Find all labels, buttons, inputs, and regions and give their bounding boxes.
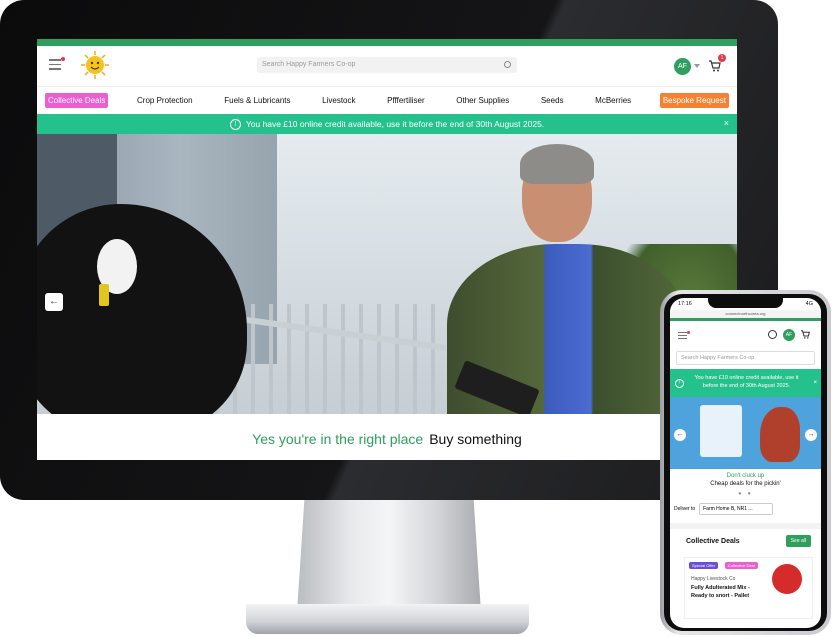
info-icon: !: [229, 118, 241, 130]
promo-card-image: [700, 405, 742, 457]
menu-icon[interactable]: [49, 57, 65, 73]
nav-item-bespoke-request[interactable]: Bespoke Request: [659, 93, 729, 108]
menu-icon[interactable]: [678, 331, 690, 341]
search-icon[interactable]: [504, 61, 511, 68]
hen-image: [760, 407, 800, 462]
status-time: 17:16: [678, 301, 692, 307]
product-card[interactable]: Special Offer Collective Deal Happy Live…: [684, 557, 813, 619]
phone-screen: 17:16 4G connectnorthcorea.org AF Search…: [670, 298, 821, 628]
banner-subtagline: Cheap deals for the pickin': [710, 481, 781, 487]
collective-deal-badge: Collective Deal: [725, 562, 758, 569]
deliver-label: Deliver to: [674, 506, 696, 512]
chevron-down-icon[interactable]: [694, 64, 700, 68]
top-stripe: [37, 39, 737, 46]
avatar[interactable]: AF: [674, 58, 691, 75]
search-input[interactable]: Search Happy Farmers Co-op: [257, 57, 517, 73]
special-offer-badge: Special Offer: [689, 562, 719, 569]
banner-tagline: Don't cluck up: [726, 473, 765, 479]
site-header: Search Happy Farmers Co-op AF 1: [37, 46, 737, 86]
deliver-select[interactable]: Farm Home B, NR1 ...: [699, 503, 774, 515]
product-image: [772, 564, 802, 594]
product-seller: Happy Livestock Co: [691, 576, 736, 582]
prev-arrow-icon[interactable]: ←: [674, 429, 686, 441]
monitor-base: [246, 604, 529, 634]
search-input[interactable]: Search Happy Farmers Co-op: [676, 351, 815, 365]
close-icon[interactable]: ×: [813, 379, 817, 387]
desktop-screen: Search Happy Farmers Co-op AF 1 Collecti…: [37, 39, 737, 460]
nav-item-seeds[interactable]: Seeds: [538, 93, 567, 108]
collective-deals-header: Collective Deals See all: [670, 529, 821, 547]
next-arrow-icon[interactable]: →: [805, 429, 817, 441]
nav-item-crop-protection[interactable]: Crop Protection: [134, 93, 196, 108]
info-icon: !: [675, 379, 684, 388]
sun-logo-icon[interactable]: [81, 51, 109, 79]
nav-item-fuels-lubricants[interactable]: Fuels & Lubricants: [221, 93, 293, 108]
hero-prev-arrow-icon[interactable]: ←: [45, 293, 63, 311]
status-bar: 17:16 4G: [670, 298, 821, 310]
product-name: Fully Adulterated Mix - Ready to snort -…: [691, 585, 750, 599]
hero-image: ←: [37, 134, 737, 414]
carousel-dots[interactable]: ● ●: [670, 491, 821, 497]
deliver-to-row: Deliver to Farm Home B, NR1 ...: [674, 503, 821, 515]
nav-item-mcberries[interactable]: McBerries: [592, 93, 634, 108]
close-icon[interactable]: ×: [724, 118, 729, 128]
phone-device: 17:16 4G connectnorthcorea.org AF Search…: [660, 290, 831, 635]
phone-header: AF: [670, 321, 821, 349]
cart-icon[interactable]: [801, 330, 810, 339]
search-icon[interactable]: [768, 330, 777, 339]
status-signal: 4G: [805, 301, 813, 307]
tagline-dark: Buy something: [429, 431, 522, 447]
nav-item-other-supplies[interactable]: Other Supplies: [453, 93, 512, 108]
ear-tag: [99, 284, 109, 306]
collective-deals-title: Collective Deals: [686, 537, 740, 545]
nav-item-collective-deals[interactable]: Collective Deals: [45, 93, 109, 108]
cart-icon[interactable]: [709, 60, 721, 72]
credit-banner-text: You have £10 online credit available, us…: [694, 375, 799, 389]
avatar[interactable]: AF: [783, 329, 795, 341]
nav-item-fertiliser[interactable]: Pfffertiliser: [384, 93, 428, 108]
tagline-green: Yes you're in the right place: [252, 431, 424, 447]
farmer-hair: [520, 144, 594, 184]
credit-banner-text: You have £10 online credit available, us…: [245, 119, 545, 129]
monitor-stand: [297, 500, 481, 612]
category-nav: Collective Deals Crop Protection Fuels &…: [37, 86, 737, 114]
cart-count-badge: 1: [718, 54, 726, 62]
tagline: Yes you're in the right place Buy someth…: [37, 414, 737, 460]
promo-banner[interactable]: ← →: [670, 397, 821, 469]
url-bar[interactable]: connectnorthcorea.org: [670, 310, 821, 318]
nav-item-livestock[interactable]: Livestock: [319, 93, 358, 108]
credit-banner: ! You have £10 online credit available, …: [670, 369, 821, 397]
search-placeholder: Search Happy Farmers Co-op: [262, 61, 356, 68]
see-all-button[interactable]: See all: [785, 535, 811, 547]
credit-banner: ! You have £10 online credit available, …: [37, 114, 737, 134]
